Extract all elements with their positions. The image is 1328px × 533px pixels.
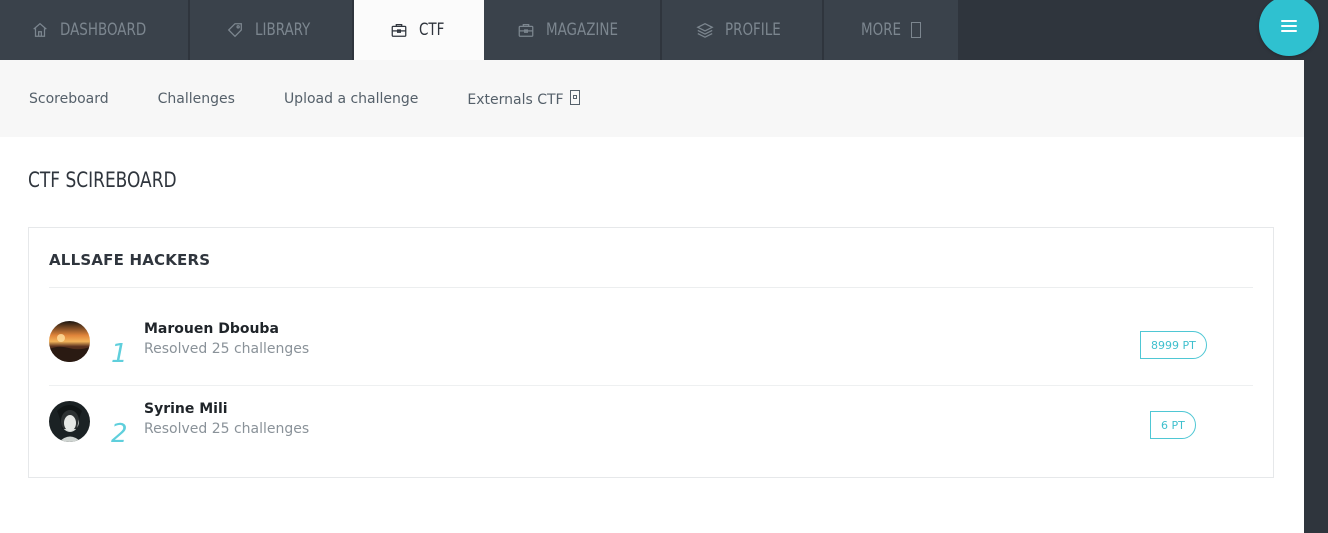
tag-icon xyxy=(225,20,245,40)
sub-navigation: Scoreboard Challenges Upload a challenge… xyxy=(0,60,1304,137)
tab-label: MAGAZINE xyxy=(546,20,619,40)
scoreboard-row: 2 Syrine Mili Resolved 25 challenges 6 P… xyxy=(49,386,1253,465)
tab-ctf[interactable]: CTF xyxy=(354,0,484,60)
home-icon xyxy=(30,20,50,40)
subnav-externals-ctf[interactable]: Externals CTF xyxy=(467,89,580,108)
subnav-externals-label: Externals CTF xyxy=(467,91,564,108)
menu-button[interactable] xyxy=(1259,0,1319,56)
tab-label: PROFILE xyxy=(725,20,782,40)
rank-number: 1 xyxy=(111,339,128,369)
top-navigation: DASHBOARD LIBRARY CTF MAGAZINE PROFILE M… xyxy=(0,0,960,60)
rank-number: 2 xyxy=(111,419,128,449)
page-title: CTF SCIREBOARD xyxy=(28,168,177,192)
player-name[interactable]: Marouen Dbouba xyxy=(144,321,279,337)
external-icon xyxy=(910,22,921,38)
right-gutter xyxy=(1304,60,1328,533)
team-title: ALLSAFE HACKERS xyxy=(49,251,211,269)
briefcase-icon xyxy=(389,20,409,40)
briefcase-icon xyxy=(516,20,536,40)
player-detail: Resolved 25 challenges xyxy=(144,341,310,357)
divider xyxy=(49,287,1253,288)
subnav-upload-challenge[interactable]: Upload a challenge xyxy=(284,91,418,107)
external-link-icon xyxy=(569,89,580,105)
main-panel: Scoreboard Challenges Upload a challenge… xyxy=(0,60,1304,533)
tab-more[interactable]: MORE xyxy=(824,0,960,60)
tab-library[interactable]: LIBRARY xyxy=(190,0,354,60)
points-badge: 8999 PT xyxy=(1140,331,1207,359)
tab-magazine[interactable]: MAGAZINE xyxy=(484,0,662,60)
scoreboard-row: 1 Marouen Dbouba Resolved 25 challenges … xyxy=(49,306,1253,386)
points-badge: 6 PT xyxy=(1150,411,1196,439)
tab-dashboard[interactable]: DASHBOARD xyxy=(0,0,190,60)
hamburger-icon xyxy=(1281,20,1297,32)
tab-label: CTF xyxy=(418,20,444,40)
subnav-scoreboard[interactable]: Scoreboard xyxy=(29,91,109,107)
tab-label: LIBRARY xyxy=(254,20,310,40)
subnav-challenges[interactable]: Challenges xyxy=(158,91,235,107)
player-name[interactable]: Syrine Mili xyxy=(144,401,228,417)
tab-label: DASHBOARD xyxy=(60,20,147,40)
player-detail: Resolved 25 challenges xyxy=(144,421,310,437)
tab-label: MORE xyxy=(861,20,902,40)
tab-profile[interactable]: PROFILE xyxy=(662,0,824,60)
avatar[interactable] xyxy=(49,321,90,362)
avatar[interactable] xyxy=(49,401,90,442)
scoreboard-card: ALLSAFE HACKERS 1 Marouen Dbouba Resolve… xyxy=(28,227,1274,478)
layers-icon xyxy=(695,20,715,40)
